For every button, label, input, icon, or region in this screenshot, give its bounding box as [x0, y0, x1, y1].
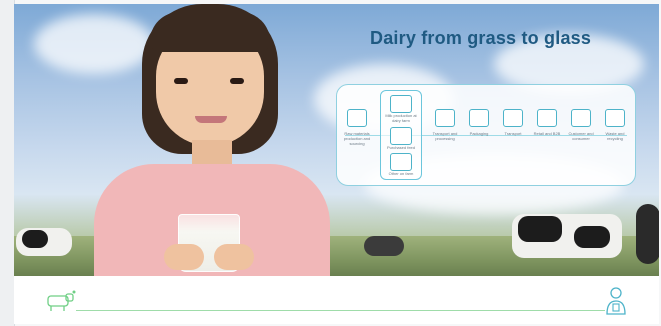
cow-icon [47, 290, 76, 311]
shopping-cart-icon [537, 109, 557, 127]
left-rail [0, 0, 15, 326]
girl-bangs [150, 12, 270, 52]
stage-label: Raw materials production and sourcing [343, 131, 371, 146]
truck-icon [503, 109, 523, 127]
other-on-farm-icon [390, 153, 412, 171]
factory-icon [435, 109, 455, 127]
girl-eye [174, 78, 188, 84]
stage-label: Purchased feed [386, 145, 416, 150]
stage-label: Other on farm [388, 171, 414, 176]
person-with-glass-icon [606, 287, 626, 315]
value-chain-panel: Raw materials production and sourcing Mi… [336, 84, 636, 186]
cow-spot [574, 226, 610, 248]
stage-transport-processing: Transport and processing [431, 109, 459, 141]
footer-strip [14, 276, 659, 324]
stage-label: Packaging [469, 131, 489, 136]
cow-edge [636, 204, 659, 264]
stage-waste: Waste and recycling [601, 109, 629, 141]
girl-mouth [195, 116, 227, 123]
stage-label: Milk production at dairy farm [385, 113, 417, 123]
stage-packaging: Packaging [465, 109, 493, 136]
stage-label: Waste and recycling [605, 131, 625, 141]
cow-distant [364, 236, 404, 256]
page-title: Dairy from grass to glass [370, 28, 592, 48]
stage-transport: Transport [499, 109, 527, 136]
girl-eye [230, 78, 244, 84]
cow-left [16, 228, 72, 256]
consumer-icon [571, 109, 591, 127]
girl-with-milk [84, 4, 334, 276]
cow-spot [518, 216, 562, 242]
recycling-icon [605, 109, 625, 127]
packaging-icon [469, 109, 489, 127]
cow-spot [22, 230, 48, 248]
stage-label: Customer and consumer [568, 131, 594, 141]
farm-stage-group: Milk production at dairy farm Purchased … [380, 90, 422, 180]
stage-label: Transport [504, 131, 522, 136]
cow-right [512, 214, 622, 258]
stage-label: Retail and B2B [533, 131, 561, 136]
dairy-farm-icon [390, 95, 412, 113]
girl-hand [214, 244, 254, 270]
girl-hand [164, 244, 204, 270]
footer-progress-line [76, 310, 605, 311]
hero-image: Dairy from grass to glass Raw materials … [14, 4, 659, 276]
stage-retail: Retail and B2B [533, 109, 561, 136]
stage-consumer: Customer and consumer [567, 109, 595, 141]
stage-label: Transport and processing [432, 131, 458, 141]
purchased-feed-icon [390, 127, 412, 145]
stage-raw-materials: Raw materials production and sourcing [343, 109, 371, 146]
raw-materials-icon [347, 109, 367, 127]
